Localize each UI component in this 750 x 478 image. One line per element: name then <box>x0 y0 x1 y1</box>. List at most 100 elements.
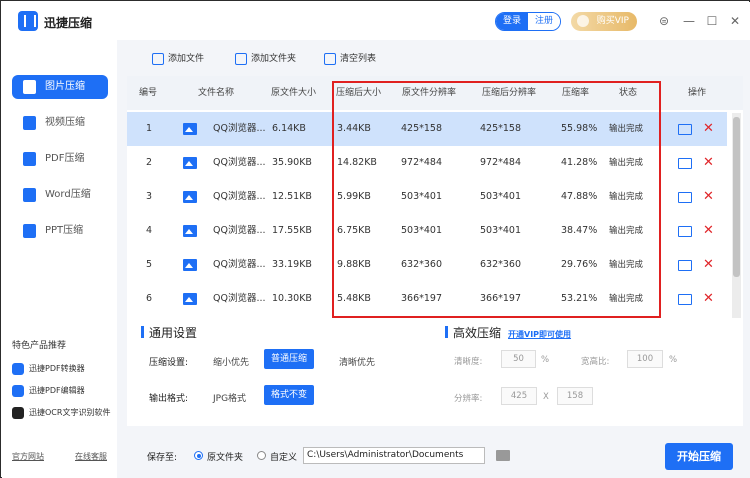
open-folder-icon[interactable] <box>678 192 692 203</box>
cell-index: 1 <box>146 123 153 134</box>
table-scrollbar[interactable] <box>732 113 741 350</box>
highlight-annotation <box>332 81 661 318</box>
add-file-label: 添加文件 <box>168 54 205 64</box>
cell-original-size: 10.30KB <box>272 293 312 304</box>
add-file-button[interactable]: 添加文件 <box>152 53 204 66</box>
advanced-compress-title: 高效压缩 <box>445 324 501 341</box>
featured-label: 迅捷PDF转换器 <box>29 364 85 373</box>
aspect-ratio-label: 宽高比: <box>581 357 610 367</box>
image-file-icon <box>183 123 197 135</box>
open-folder-icon[interactable] <box>678 158 692 169</box>
cell-filename: QQ浏览器... <box>213 123 266 134</box>
ppt-icon <box>23 224 36 238</box>
login-button[interactable]: 登录 <box>496 13 528 30</box>
resolution-width-input[interactable]: 425 <box>501 387 537 405</box>
add-file-icon <box>152 53 164 65</box>
sidebar: 图片压缩 视频压缩 PDF压缩 Word压缩 PPT压缩 特色产品推荐 迅捷PD… <box>2 40 117 478</box>
output-path-input[interactable]: C:\Users\Administrator\Documents <box>303 447 485 464</box>
delete-icon[interactable]: ✕ <box>703 188 714 206</box>
open-folder-icon[interactable] <box>678 294 692 305</box>
buy-vip-label: 购买VIP <box>596 16 629 26</box>
app-title: 迅捷压缩 <box>44 16 93 30</box>
resolution-height-input[interactable]: 158 <box>557 387 593 405</box>
scrollbar-thumb[interactable] <box>733 117 740 277</box>
sidebar-item-video[interactable]: 视频压缩 <box>12 111 108 135</box>
option-smaller-first[interactable]: 缩小优先 <box>213 355 249 368</box>
sidebar-item-label: 图片压缩 <box>45 81 85 92</box>
cell-original-size: 35.90KB <box>272 157 312 168</box>
clear-list-button[interactable]: 清空列表 <box>324 53 376 66</box>
app-logo-icon <box>18 11 38 31</box>
sidebar-item-label: 视频压缩 <box>45 117 85 128</box>
image-file-icon <box>183 225 197 237</box>
sidebar-item-label: PPT压缩 <box>45 225 84 236</box>
register-button[interactable]: 注册 <box>528 13 560 30</box>
option-normal-compress[interactable]: 普通压缩 <box>264 349 315 369</box>
featured-pdf-converter[interactable]: 迅捷PDF转换器 <box>12 362 85 375</box>
aspect-ratio-input[interactable]: 100 <box>627 350 663 368</box>
resolution-x: X <box>543 392 549 402</box>
custom-folder-label[interactable]: 自定义 <box>270 450 297 463</box>
featured-ocr[interactable]: 迅捷OCR文字识别软件 <box>12 406 110 419</box>
delete-icon[interactable]: ✕ <box>703 256 714 274</box>
add-folder-icon <box>235 53 247 65</box>
option-clarity-first[interactable]: 清晰优先 <box>339 355 375 368</box>
ocr-icon <box>12 407 24 419</box>
sidebar-item-image[interactable]: 图片压缩 <box>12 75 108 99</box>
trash-icon <box>324 53 336 65</box>
open-folder-icon[interactable] <box>678 260 692 271</box>
support-link[interactable]: 在线客服 <box>75 451 107 462</box>
save-to-label: 保存至: <box>147 453 178 463</box>
cell-filename: QQ浏览器... <box>213 225 266 236</box>
cell-filename: QQ浏览器... <box>213 259 266 270</box>
feedback-icon[interactable]: ⊜ <box>656 13 672 29</box>
output-format-label: 输出格式: <box>149 394 189 404</box>
col-actions: 操作 <box>688 88 707 98</box>
cell-index: 5 <box>146 259 153 270</box>
close-icon[interactable]: ✕ <box>727 13 743 29</box>
open-folder-icon[interactable] <box>678 124 692 135</box>
minimize-icon[interactable]: — <box>681 13 697 29</box>
option-keep-format[interactable]: 格式不变 <box>264 385 315 405</box>
sidebar-item-label: PDF压缩 <box>45 153 85 164</box>
featured-title: 特色产品推荐 <box>12 341 67 351</box>
clarity-label: 清晰度: <box>454 357 483 367</box>
cell-filename: QQ浏览器... <box>213 157 266 168</box>
featured-pdf-editor[interactable]: 迅捷PDF编辑器 <box>12 384 85 397</box>
add-folder-button[interactable]: 添加文件夹 <box>235 53 296 66</box>
add-folder-label: 添加文件夹 <box>251 54 297 64</box>
browse-folder-icon[interactable] <box>496 450 510 461</box>
delete-icon[interactable]: ✕ <box>703 120 714 138</box>
clarity-input[interactable]: 50 <box>501 350 536 368</box>
original-folder-radio[interactable] <box>194 451 203 460</box>
delete-icon[interactable]: ✕ <box>703 222 714 240</box>
sidebar-item-word[interactable]: Word压缩 <box>12 183 108 207</box>
original-folder-label[interactable]: 原文件夹 <box>207 450 243 463</box>
sidebar-item-ppt[interactable]: PPT压缩 <box>12 219 108 243</box>
word-icon <box>23 188 36 202</box>
maximize-icon[interactable]: ☐ <box>704 13 720 29</box>
buy-vip-button[interactable]: 购买VIP <box>571 12 637 31</box>
open-folder-icon[interactable] <box>678 226 692 237</box>
website-link[interactable]: 官方网站 <box>12 451 44 462</box>
delete-icon[interactable]: ✕ <box>703 290 714 308</box>
vip-unlock-link[interactable]: 开通VIP即可使用 <box>508 329 571 340</box>
col-original-size: 原文件大小 <box>271 88 317 98</box>
sidebar-item-pdf[interactable]: PDF压缩 <box>12 147 108 171</box>
cell-filename: QQ浏览器... <box>213 191 266 202</box>
resolution-label: 分辨率: <box>454 394 483 404</box>
custom-folder-radio[interactable] <box>257 451 266 460</box>
cell-original-size: 33.19KB <box>272 259 312 270</box>
crown-icon <box>577 15 589 27</box>
pdf-icon <box>23 152 36 166</box>
start-compress-button[interactable]: 开始压缩 <box>665 443 733 470</box>
pdf-editor-icon <box>12 385 24 397</box>
delete-icon[interactable]: ✕ <box>703 154 714 172</box>
col-filename: 文件名称 <box>198 88 235 98</box>
cell-index: 2 <box>146 157 153 168</box>
option-jpg-format[interactable]: JPG格式 <box>213 391 246 404</box>
image-file-icon <box>183 259 197 271</box>
auth-buttons: 登录 注册 <box>495 12 561 31</box>
compress-setting-label: 压缩设置: <box>149 358 189 368</box>
image-file-icon <box>183 293 197 305</box>
